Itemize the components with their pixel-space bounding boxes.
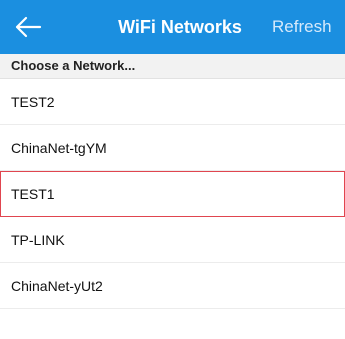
section-header-label: Choose a Network... [11,58,136,73]
back-button[interactable] [10,9,46,45]
section-header: Choose a Network... [0,54,345,79]
network-item[interactable]: ChinaNet-yUt2 [0,263,345,309]
refresh-button[interactable]: Refresh [272,0,332,54]
network-ssid: TEST2 [11,94,55,110]
network-item[interactable]: TEST2 [0,79,345,125]
arrow-left-icon [15,16,42,38]
network-item-selected[interactable]: TEST1 [0,171,345,217]
network-list: TEST2 ChinaNet-tgYM TEST1 TP-LINK ChinaN… [0,79,345,309]
network-ssid: ChinaNet-tgYM [11,140,107,156]
network-ssid: TP-LINK [11,232,65,248]
network-ssid: TEST1 [11,186,55,202]
network-item[interactable]: TP-LINK [0,217,345,263]
network-ssid: ChinaNet-yUt2 [11,278,103,294]
navigation-bar: WiFi Networks Refresh [0,0,345,54]
page-title: WiFi Networks [118,17,242,37]
network-item[interactable]: ChinaNet-tgYM [0,125,345,171]
wifi-networks-screen: WiFi Networks Refresh Choose a Network..… [0,0,345,339]
